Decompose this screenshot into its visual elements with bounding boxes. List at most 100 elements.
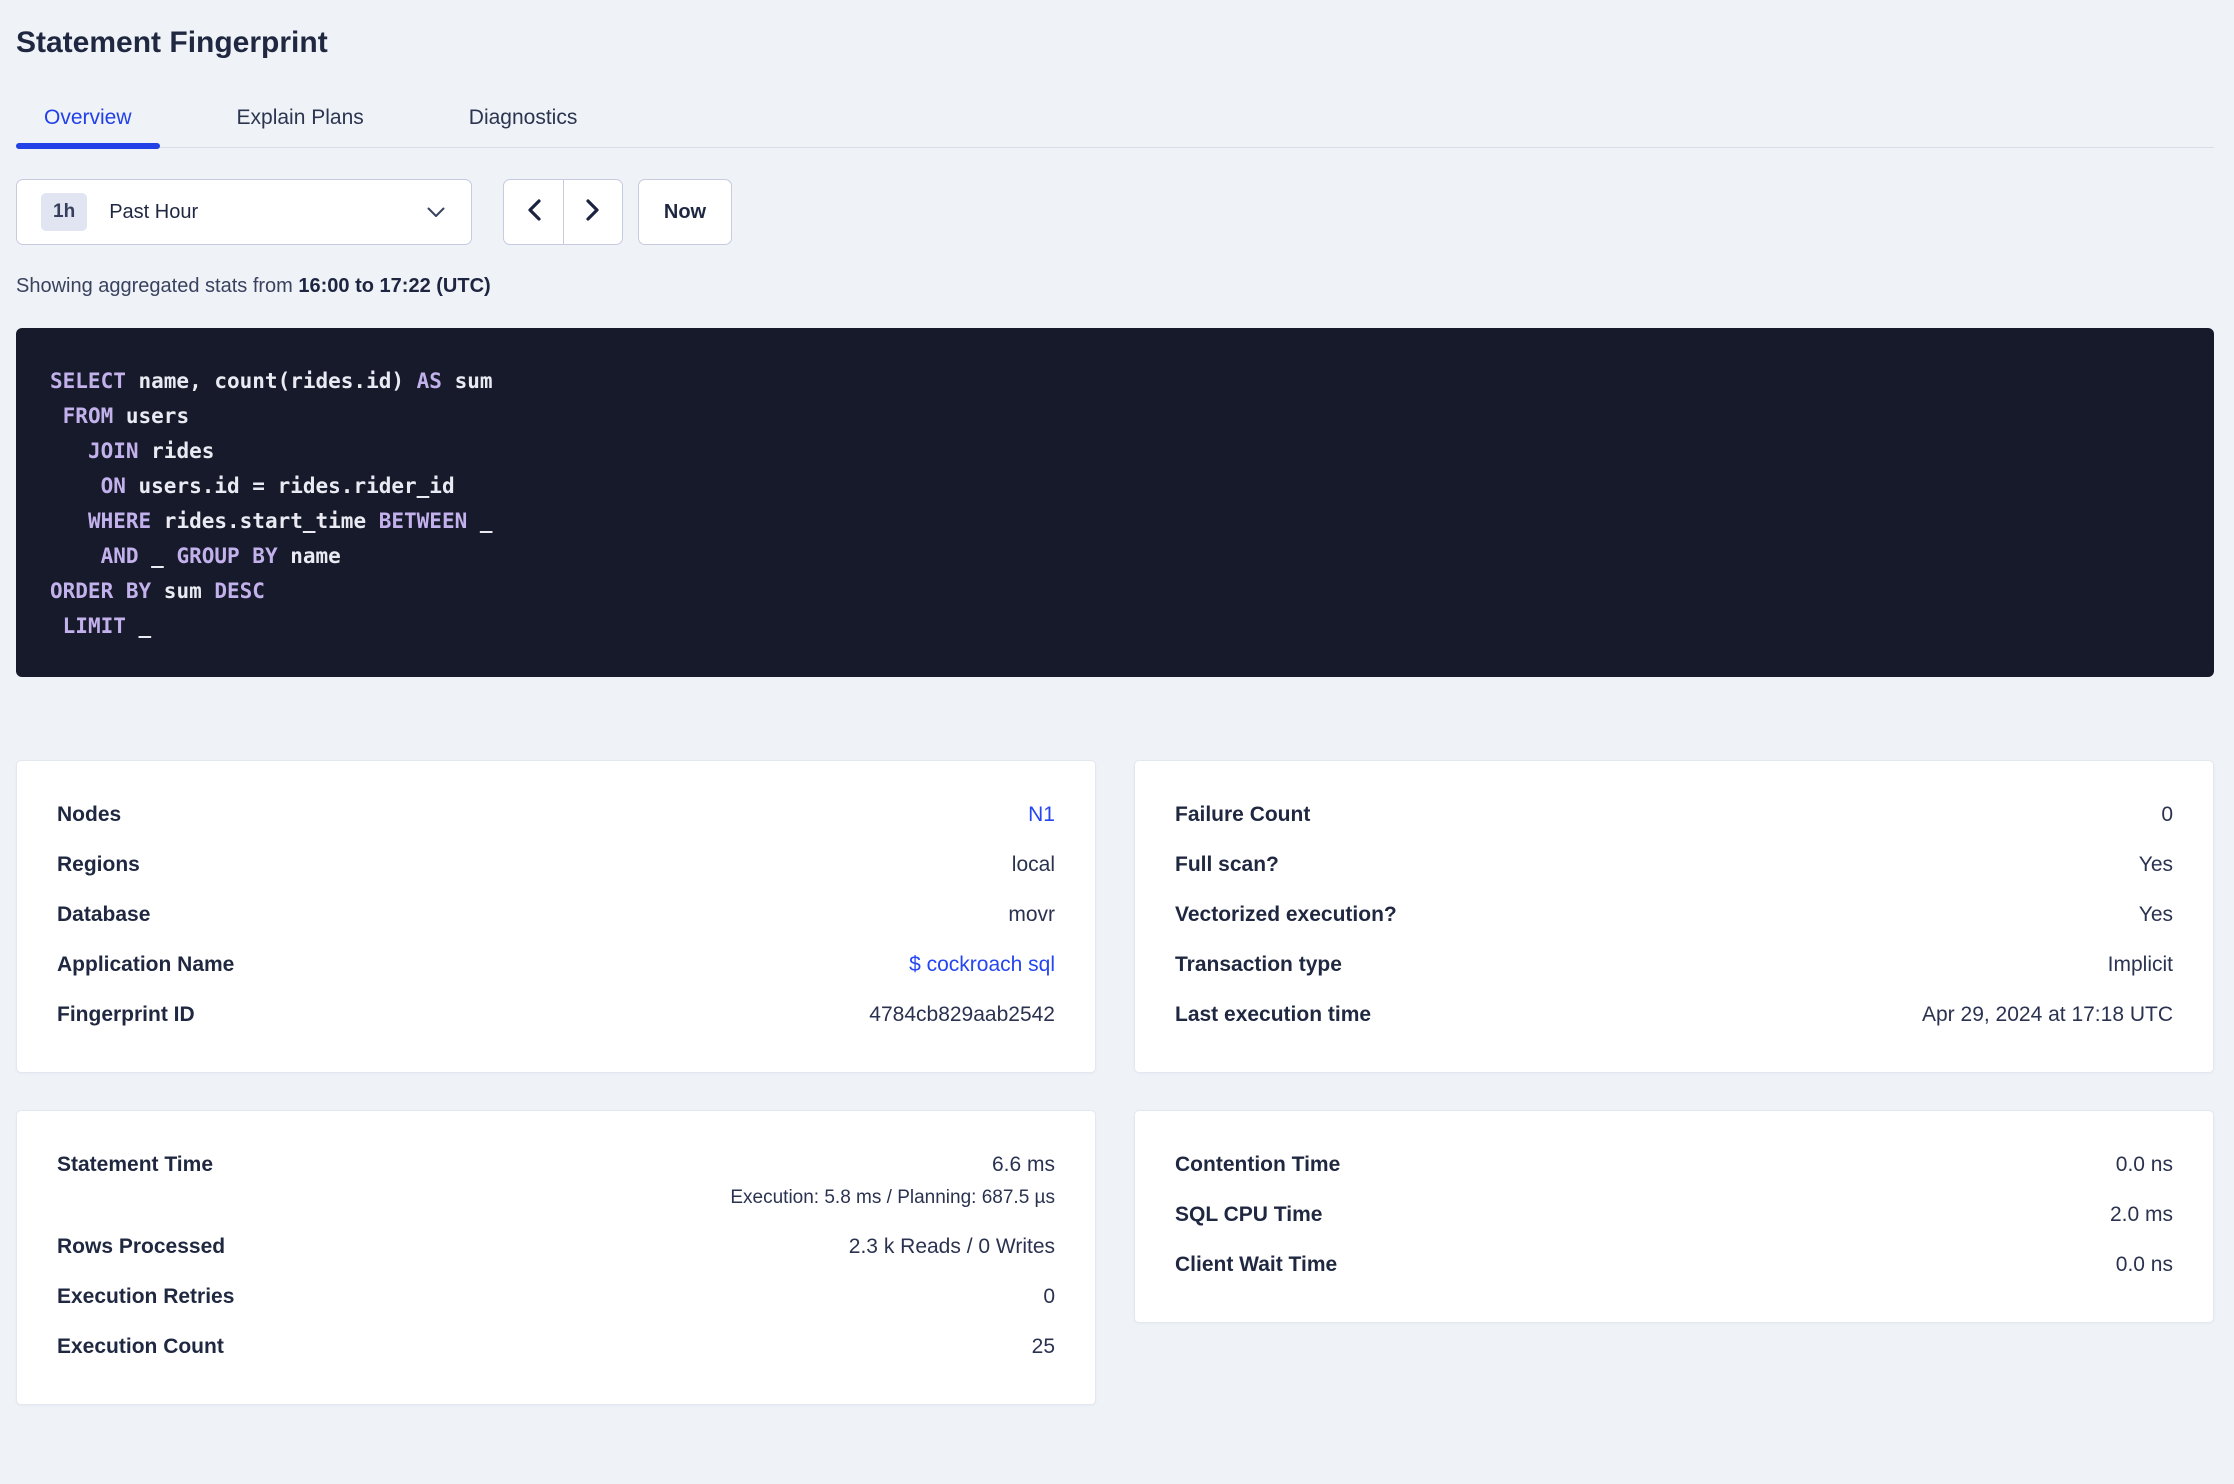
info-value: 2.0 ms xyxy=(2109,1203,2173,1226)
info-value-link[interactable]: $ cockroach sql xyxy=(909,953,1055,977)
chevron-right-icon xyxy=(585,198,601,227)
sql-text: users xyxy=(113,404,190,428)
tab-label: Explain Plans xyxy=(236,106,364,129)
sql-text: name, count(rides.id) xyxy=(125,369,417,393)
sql-keyword: SELECT xyxy=(50,369,126,393)
info-value-wrap: $ cockroach sql xyxy=(909,953,1055,977)
info-label: Contention Time xyxy=(1175,1153,1341,1176)
info-row: SQL CPU Time 2.0 ms xyxy=(1175,1190,2173,1240)
info-row: Failure Count 0 xyxy=(1175,790,2173,840)
sql-keyword: BETWEEN xyxy=(378,509,468,533)
overview-cards: Nodes N1 Regions local Database movr Applicati… xyxy=(16,760,2214,1405)
info-row: Rows Processed 2.3 k Reads / 0 Writes xyxy=(57,1222,1055,1272)
info-value-wrap: Yes xyxy=(2139,853,2173,877)
prev-time-button[interactable] xyxy=(504,180,563,244)
info-row: Regions local xyxy=(57,840,1055,890)
wait-timings-card: Contention Time 0.0 ns SQL CPU Time 2.0 ms C… xyxy=(1134,1110,2214,1323)
info-value: 25 xyxy=(1031,1335,1055,1358)
tab-explain-plans[interactable]: Explain Plans xyxy=(209,92,392,147)
info-label: Transaction type xyxy=(1175,953,1342,976)
info-value-wrap: N1 xyxy=(1028,803,1055,827)
statement-details-card: Nodes N1 Regions local Database movr Applicati… xyxy=(16,760,1096,1073)
chevron-down-icon xyxy=(427,207,445,218)
info-row: Client Wait Time 0.0 ns xyxy=(1175,1240,2173,1290)
sql-line: JOIN rides xyxy=(50,434,2180,469)
info-value-wrap: 0.0 ns xyxy=(2116,1153,2173,1177)
tab-overview[interactable]: Overview xyxy=(16,92,160,149)
info-value: Implicit xyxy=(2107,953,2173,976)
info-value: 0 xyxy=(2161,803,2173,826)
sql-keyword: DESC xyxy=(214,579,265,603)
sql-keyword: AND xyxy=(100,544,139,568)
info-value: Yes xyxy=(2138,853,2173,876)
info-value-wrap: movr xyxy=(1008,903,1055,927)
sql-keyword: FROM xyxy=(62,404,114,428)
now-button[interactable]: Now xyxy=(638,179,732,245)
info-label: Regions xyxy=(57,853,140,876)
sql-line: AND _ GROUP BY name xyxy=(50,539,2180,574)
sql-text: _ xyxy=(138,544,177,568)
sql-text: name xyxy=(277,544,341,568)
sql-line: ORDER BY sum DESC xyxy=(50,574,2180,609)
info-value: 0 xyxy=(1043,1285,1055,1308)
info-value-wrap: Apr 29, 2024 at 17:18 UTC xyxy=(1922,1003,2173,1027)
info-label: Database xyxy=(57,903,151,926)
sql-keyword: JOIN xyxy=(87,439,139,463)
info-value-wrap: 0 xyxy=(2161,803,2173,827)
info-label: Rows Processed xyxy=(57,1235,226,1258)
info-label: Client Wait Time xyxy=(1175,1253,1338,1276)
sql-text: sum xyxy=(151,579,215,603)
sql-line: LIMIT _ xyxy=(50,609,2180,644)
info-value: Apr 29, 2024 at 17:18 UTC xyxy=(1922,1003,2173,1026)
info-value-wrap: 2.0 ms xyxy=(2110,1203,2173,1227)
info-value-wrap: 6.6 ms Execution: 5.8 ms / Planning: 687.… xyxy=(730,1153,1055,1209)
sql-keyword: LIMIT xyxy=(62,614,126,638)
info-value: movr xyxy=(1008,903,1055,926)
info-value-wrap: Implicit xyxy=(2108,953,2173,977)
info-row: Execution Retries 0 xyxy=(57,1272,1055,1322)
info-value: 0.0 ns xyxy=(2115,1153,2173,1176)
summary-prefix: Showing aggregated stats from xyxy=(16,275,299,297)
info-label: Vectorized execution? xyxy=(1175,903,1397,926)
interval-badge: 1h xyxy=(41,193,88,231)
page-title: Statement Fingerprint xyxy=(16,26,328,59)
sql-keyword: GROUP BY xyxy=(176,544,278,568)
tab-label: Diagnostics xyxy=(468,106,578,129)
info-label: Failure Count xyxy=(1175,803,1311,826)
time-step-buttons xyxy=(503,179,623,245)
info-label: SQL CPU Time xyxy=(1175,1203,1323,1226)
sql-statement: SELECT name, count(rides.id) AS sum FROM… xyxy=(16,328,2214,677)
info-row: Database movr xyxy=(57,890,1055,940)
info-row: Transaction type Implicit xyxy=(1175,940,2173,990)
info-value-wrap: 0.0 ns xyxy=(2116,1253,2173,1277)
info-row: Application Name $ cockroach sql xyxy=(57,940,1055,990)
info-label: Fingerprint ID xyxy=(57,1003,195,1026)
sql-line: WHERE rides.start_time BETWEEN _ xyxy=(50,504,2180,539)
info-label: Nodes xyxy=(57,803,122,826)
info-label: Execution Count xyxy=(57,1335,224,1358)
info-value-wrap: 0 xyxy=(1043,1285,1055,1309)
execution-attributes-card: Failure Count 0 Full scan? Yes Vectorized ex… xyxy=(1134,760,2214,1073)
selected-range-label: Past Hour xyxy=(109,200,199,223)
sql-keyword: ORDER BY xyxy=(50,579,152,603)
info-row: Vectorized execution? Yes xyxy=(1175,890,2173,940)
info-value-wrap: 4784cb829aab2542 xyxy=(869,1003,1055,1027)
tab-diagnostics[interactable]: Diagnostics xyxy=(441,92,606,147)
sql-text: rides xyxy=(138,439,215,463)
statement-timings-card: Statement Time 6.6 ms Execution: 5.8 ms / … xyxy=(16,1110,1096,1405)
info-value-wrap: Yes xyxy=(2139,903,2173,927)
sql-text: _ xyxy=(125,614,152,638)
next-time-button[interactable] xyxy=(563,180,622,244)
info-row: Fingerprint ID 4784cb829aab2542 xyxy=(57,990,1055,1040)
info-row: Nodes N1 xyxy=(57,790,1055,840)
time-range-picker[interactable]: 1h Past Hour xyxy=(16,179,472,245)
info-value: 2.3 k Reads / 0 Writes xyxy=(848,1235,1055,1258)
info-value: 6.6 ms xyxy=(991,1153,1055,1176)
info-value-link[interactable]: N1 xyxy=(1028,803,1055,827)
sql-text: _ xyxy=(467,509,493,533)
